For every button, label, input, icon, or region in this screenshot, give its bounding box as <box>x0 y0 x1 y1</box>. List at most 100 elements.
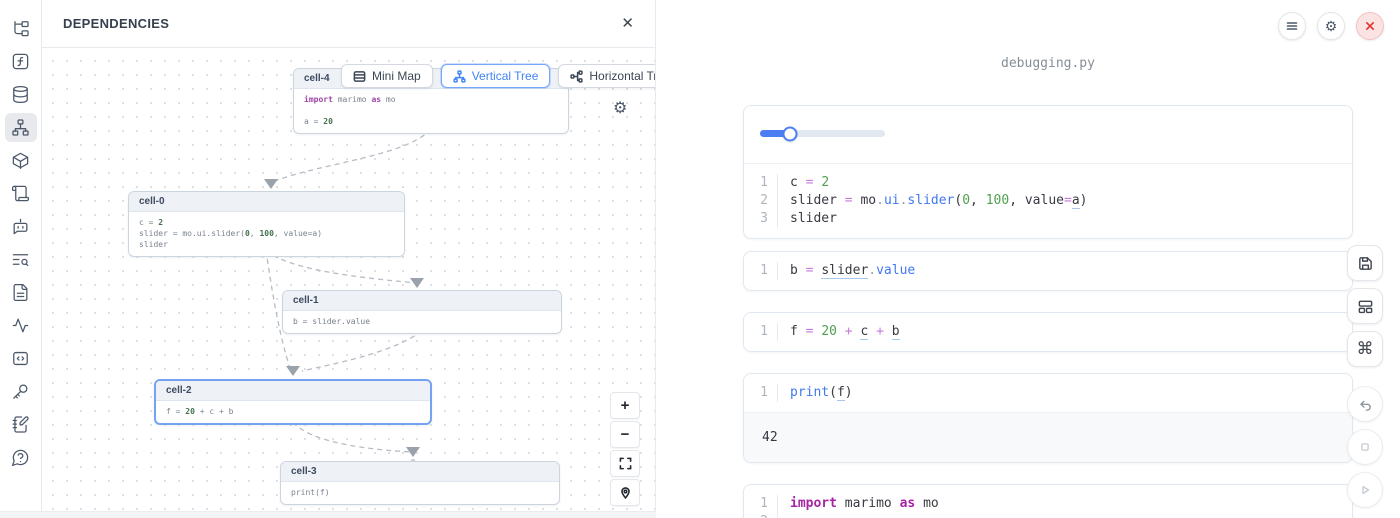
horizontal-tree-button[interactable]: Horizontal Tree <box>558 64 655 88</box>
cell-b[interactable]: 1 b = slider.value <box>743 251 1353 291</box>
cell-print[interactable]: 1 print(f) 42 <box>743 373 1353 463</box>
scroll-icon <box>11 184 30 203</box>
save-icon <box>1357 255 1374 272</box>
zoom-in-button[interactable]: + <box>610 392 640 419</box>
vertical-tree-button[interactable]: Vertical Tree <box>441 64 551 88</box>
graph-view-toolbar: Mini Map Vertical Tree Horizontal Tree <box>341 64 655 88</box>
slider-output-area <box>744 106 1352 164</box>
node-code: b = slider.value <box>283 311 561 333</box>
line-numbers: 1 <box>744 384 778 402</box>
key-icon <box>11 382 30 401</box>
layout-icon <box>1357 298 1374 315</box>
save-button[interactable] <box>1347 245 1383 281</box>
document-icon <box>11 283 30 302</box>
slider-thumb[interactable] <box>783 126 798 141</box>
node-code: c = 2slider = mo.ui.slider(0, 100, value… <box>129 212 404 256</box>
sidebar-item-function[interactable] <box>5 47 37 76</box>
sidebar-item-package[interactable] <box>5 146 37 175</box>
horizontal-tree-icon <box>570 70 583 83</box>
code-editor-area[interactable]: 1 b = slider.value <box>744 252 1352 290</box>
cell-import[interactable]: 12 import marimo as mo <box>743 484 1353 518</box>
run-button[interactable] <box>1347 472 1383 508</box>
fit-view-icon <box>619 457 632 470</box>
node-code: print(f) <box>281 482 559 504</box>
menu-button[interactable] <box>1278 12 1306 40</box>
line-numbers: 1 <box>744 323 778 341</box>
horizontal-tree-label: Horizontal Tree <box>589 69 655 83</box>
list-search-icon <box>11 250 30 269</box>
graph-node-cell-3[interactable]: cell-3 print(f) <box>280 461 560 505</box>
activity-sidebar <box>0 0 42 518</box>
stop-button[interactable] <box>1347 429 1383 465</box>
stop-icon <box>1357 439 1373 455</box>
code-content[interactable]: import marimo as mo <box>778 495 939 518</box>
activity-icon <box>11 316 30 335</box>
node-code: f = 20 + c + b <box>156 401 430 423</box>
sidebar-item-dependency-graph[interactable] <box>5 113 37 142</box>
node-code: import marimo as mo a = 20 <box>294 89 568 133</box>
node-title: cell-1 <box>283 291 561 311</box>
graph-node-cell-0[interactable]: cell-0 c = 2slider = mo.ui.slider(0, 100… <box>128 191 405 257</box>
panel-title: DEPENDENCIES <box>63 16 169 31</box>
code-editor-area[interactable]: 1 print(f) <box>744 374 1352 412</box>
vertical-tree-icon <box>453 70 466 83</box>
notebook-filename[interactable]: debugging.py <box>743 56 1353 71</box>
function-icon <box>11 52 30 71</box>
node-title: cell-0 <box>129 192 404 212</box>
code-content[interactable]: f = 20 + c + b <box>778 323 900 341</box>
code-snippets-icon <box>11 349 30 368</box>
sidebar-item-help[interactable] <box>5 443 37 472</box>
top-action-buttons: ⚙ <box>1278 12 1384 40</box>
locate-button[interactable] <box>610 479 640 506</box>
graph-node-cell-2[interactable]: cell-2 f = 20 + c + b <box>154 379 432 425</box>
code-editor-area[interactable]: 12 import marimo as mo <box>744 485 1352 518</box>
line-numbers: 1 <box>744 262 778 280</box>
sidebar-item-snippets[interactable] <box>5 344 37 373</box>
node-title: cell-2 <box>156 381 430 401</box>
sidebar-item-scratchpad[interactable] <box>5 410 37 439</box>
sidebar-item-chat[interactable] <box>5 212 37 241</box>
command-icon: ⌘ <box>1357 339 1374 359</box>
chat-bot-icon <box>11 217 30 236</box>
settings-button[interactable]: ⚙ <box>1317 12 1345 40</box>
shutdown-button[interactable] <box>1356 12 1384 40</box>
close-x-icon <box>1363 19 1377 33</box>
command-palette-button[interactable]: ⌘ <box>1347 331 1383 367</box>
help-bubble-icon <box>11 448 30 467</box>
slider-widget[interactable] <box>760 130 885 137</box>
sidebar-item-secrets[interactable] <box>5 377 37 406</box>
close-panel-icon[interactable]: ✕ <box>621 16 634 31</box>
sidebar-item-list-search[interactable] <box>5 245 37 274</box>
dependency-graph-canvas[interactable]: cell-4 import marimo as mo a = 20 cell-0… <box>42 48 655 511</box>
graph-settings-gear-icon[interactable]: ⚙ <box>613 98 627 118</box>
cell-output: 42 <box>744 412 1352 462</box>
sidebar-item-file-tree[interactable] <box>5 14 37 43</box>
play-icon <box>1357 482 1373 498</box>
sidebar-item-scroll[interactable] <box>5 179 37 208</box>
cell-f[interactable]: 1 f = 20 + c + b <box>743 312 1353 352</box>
cell-slider[interactable]: 123 c = 2slider = mo.ui.slider(0, 100, v… <box>743 105 1353 239</box>
dependencies-panel-header: DEPENDENCIES ✕ <box>42 0 655 48</box>
minimap-icon <box>353 70 366 83</box>
code-content[interactable]: print(f) <box>778 384 853 402</box>
sidebar-item-database[interactable] <box>5 80 37 109</box>
code-editor-area[interactable]: 1 f = 20 + c + b <box>744 313 1352 351</box>
sidebar-item-activity[interactable] <box>5 311 37 340</box>
file-tree-icon <box>11 19 30 38</box>
fit-view-button[interactable] <box>610 450 640 477</box>
cells-column: 123 c = 2slider = mo.ui.slider(0, 100, v… <box>743 105 1353 518</box>
vertical-tree-label: Vertical Tree <box>472 69 539 83</box>
graph-zoom-controls: + − <box>610 392 640 506</box>
layout-button[interactable] <box>1347 288 1383 324</box>
locate-pin-icon <box>619 486 632 499</box>
zoom-out-button[interactable]: − <box>610 421 640 448</box>
graph-node-cell-1[interactable]: cell-1 b = slider.value <box>282 290 562 334</box>
minimap-button[interactable]: Mini Map <box>341 64 433 88</box>
horizontal-scrollbar[interactable] <box>0 511 656 518</box>
sidebar-item-document[interactable] <box>5 278 37 307</box>
undo-button[interactable] <box>1347 386 1383 422</box>
code-content[interactable]: c = 2slider = mo.ui.slider(0, 100, value… <box>778 174 1087 228</box>
code-editor-area[interactable]: 123 c = 2slider = mo.ui.slider(0, 100, v… <box>744 164 1352 238</box>
code-content[interactable]: b = slider.value <box>778 262 915 280</box>
undo-icon <box>1357 396 1373 412</box>
